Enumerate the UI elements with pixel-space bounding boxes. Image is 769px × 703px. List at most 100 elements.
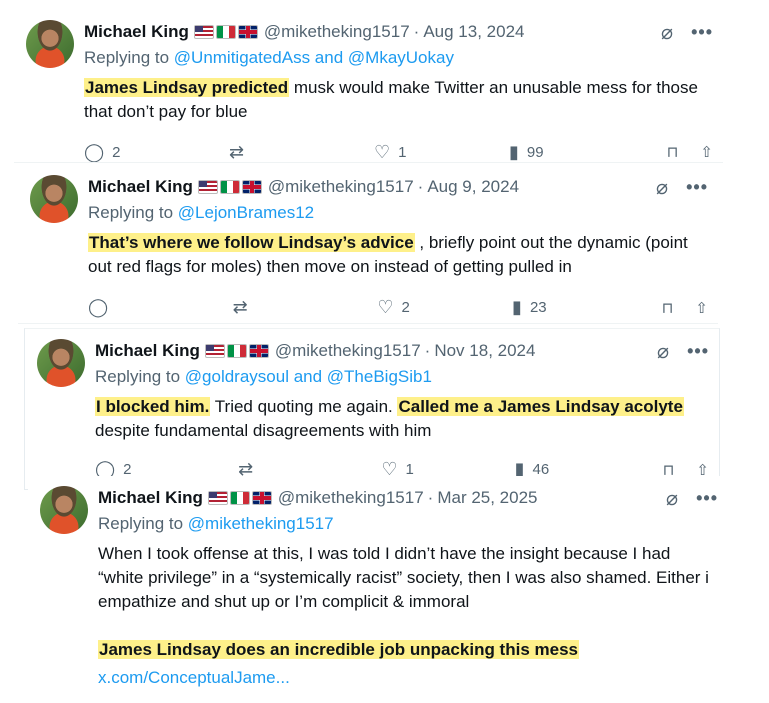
author-name[interactable]: Michael King bbox=[95, 341, 200, 361]
body-text: despite fundamental disagreements with h… bbox=[95, 421, 432, 440]
tweet-date[interactable]: Mar 25, 2025 bbox=[437, 488, 537, 508]
more-icon[interactable]: ••• bbox=[687, 341, 709, 362]
author-handle[interactable]: @miketheking1517 bbox=[264, 22, 410, 42]
uk-flag-icon bbox=[237, 25, 258, 39]
tweet-header: Michael King @miketheking1517 · Aug 13, … bbox=[84, 20, 713, 44]
reply-icon: ◯ bbox=[84, 142, 105, 162]
author-handle[interactable]: @miketheking1517 bbox=[275, 341, 421, 361]
retweet-button[interactable]: ⇄ bbox=[229, 142, 374, 162]
avatar[interactable] bbox=[37, 339, 85, 387]
author-handle[interactable]: @miketheking1517 bbox=[278, 488, 424, 508]
like-count: 1 bbox=[398, 143, 407, 161]
replying-prefix: Replying to bbox=[95, 367, 185, 386]
like-icon: ♡ bbox=[377, 297, 394, 317]
italy-flag-icon bbox=[219, 180, 240, 194]
tweet-header: Michael King @miketheking1517 · Nov 18, … bbox=[95, 339, 709, 363]
views-button[interactable]: ▮ 99 bbox=[509, 142, 659, 162]
bookmark-icon[interactable]: ⊓ bbox=[667, 143, 679, 161]
grok-icon[interactable]: ⌀ bbox=[666, 486, 678, 511]
views-button[interactable]: ▮ 23 bbox=[512, 297, 662, 318]
retweet-icon: ⇄ bbox=[232, 297, 248, 317]
flags bbox=[197, 180, 262, 194]
tweet-link[interactable]: x.com/ConceptualJame... bbox=[98, 666, 718, 690]
tweet-card[interactable]: Michael King @miketheking1517 · Nov 18, … bbox=[24, 328, 720, 490]
uk-flag-icon bbox=[251, 491, 272, 505]
tweet-text-2: James Lindsay does an incredible job unp… bbox=[98, 638, 718, 662]
tweet-text: That’s where we follow Lindsay’s advice … bbox=[88, 231, 708, 279]
reply-count: 2 bbox=[112, 143, 121, 161]
tweet-actions: ◯ 2 ⇄ ♡ 1 ▮ 99 ⊓ ⇧ bbox=[84, 142, 713, 162]
share-icon[interactable]: ⇧ bbox=[700, 143, 713, 161]
separator: · bbox=[413, 22, 420, 41]
separator: · bbox=[427, 488, 434, 507]
replying-to-link[interactable]: @UnmitigatedAss and @MkayUokay bbox=[174, 48, 454, 67]
avatar[interactable] bbox=[30, 175, 78, 223]
replying-to: Replying to @goldraysoul and @TheBigSib1 bbox=[95, 367, 709, 391]
more-icon[interactable]: ••• bbox=[686, 177, 708, 198]
views-count: 23 bbox=[529, 299, 547, 316]
uk-flag-icon bbox=[248, 344, 269, 358]
retweet-button[interactable]: ⇄ bbox=[233, 297, 378, 318]
us-flag-icon bbox=[207, 491, 228, 505]
separator: · bbox=[417, 177, 424, 196]
highlighted-text: That’s where we follow Lindsay’s advice bbox=[88, 233, 415, 252]
replying-to: Replying to @miketheking1517 bbox=[98, 514, 718, 538]
bookmark-icon[interactable]: ⊓ bbox=[662, 299, 674, 317]
more-icon[interactable]: ••• bbox=[691, 22, 713, 43]
replying-to: Replying to @LejonBrames12 bbox=[88, 203, 708, 227]
tweet-date[interactable]: Aug 13, 2024 bbox=[423, 22, 524, 42]
author-name[interactable]: Michael King bbox=[84, 22, 189, 42]
replying-prefix: Replying to bbox=[88, 203, 178, 222]
replying-prefix: Replying to bbox=[84, 48, 174, 67]
flags bbox=[193, 25, 258, 39]
avatar[interactable] bbox=[26, 20, 74, 68]
flags bbox=[207, 491, 272, 505]
author-name[interactable]: Michael King bbox=[98, 488, 203, 508]
grok-icon[interactable]: ⌀ bbox=[661, 20, 673, 45]
views-count: 99 bbox=[526, 143, 544, 161]
replying-to-link[interactable]: @miketheking1517 bbox=[188, 514, 334, 533]
body-text: Tried quoting me again. bbox=[210, 397, 398, 416]
reply-button[interactable]: ◯ bbox=[88, 297, 233, 318]
tweet-text: James Lindsay predicted musk would make … bbox=[84, 76, 713, 124]
separator: · bbox=[424, 341, 431, 360]
reply-button[interactable]: ◯ 2 bbox=[84, 142, 229, 162]
highlighted-text: James Lindsay does an incredible job unp… bbox=[98, 640, 579, 659]
share-icon[interactable]: ⇧ bbox=[695, 299, 708, 317]
like-icon: ♡ bbox=[374, 142, 391, 162]
views-icon: ▮ bbox=[509, 142, 519, 162]
highlighted-text: James Lindsay predicted bbox=[84, 78, 290, 97]
like-button[interactable]: ♡ 2 bbox=[377, 297, 512, 318]
more-icon[interactable]: ••• bbox=[696, 488, 718, 509]
us-flag-icon bbox=[204, 344, 225, 358]
italy-flag-icon bbox=[229, 491, 250, 505]
tweet-card[interactable]: Michael King @miketheking1517 · Mar 25, … bbox=[28, 476, 728, 703]
grok-icon[interactable]: ⌀ bbox=[656, 175, 668, 200]
author-name[interactable]: Michael King bbox=[88, 177, 193, 197]
author-handle[interactable]: @miketheking1517 bbox=[268, 177, 414, 197]
tweet-header: Michael King @miketheking1517 · Aug 9, 2… bbox=[88, 175, 708, 199]
tweet-card[interactable]: Michael King @miketheking1517 · Aug 9, 2… bbox=[18, 165, 718, 324]
avatar[interactable] bbox=[40, 486, 88, 534]
grok-icon[interactable]: ⌀ bbox=[657, 339, 669, 364]
tweet-text: When I took offense at this, I was told … bbox=[98, 544, 709, 611]
tweet-card[interactable]: Michael King @miketheking1517 · Aug 13, … bbox=[14, 10, 723, 163]
italy-flag-icon bbox=[226, 344, 247, 358]
like-count: 2 bbox=[401, 299, 410, 316]
tweet-date[interactable]: Aug 9, 2024 bbox=[427, 177, 519, 197]
flags bbox=[204, 344, 269, 358]
replying-to: Replying to @UnmitigatedAss and @MkayUok… bbox=[84, 48, 713, 72]
retweet-icon: ⇄ bbox=[229, 142, 245, 162]
tweet-text: I blocked him. Tried quoting me again. C… bbox=[95, 395, 709, 443]
highlighted-text: Called me a James Lindsay acolyte bbox=[397, 397, 684, 416]
replying-prefix: Replying to bbox=[98, 514, 188, 533]
tweet-actions: ◯ ⇄ ♡ 2 ▮ 23 ⊓ ⇧ bbox=[88, 297, 708, 318]
replying-to-link[interactable]: @LejonBrames12 bbox=[178, 203, 314, 222]
tweet-header: Michael King @miketheking1517 · Mar 25, … bbox=[98, 486, 718, 510]
us-flag-icon bbox=[197, 180, 218, 194]
highlighted-text: I blocked him. bbox=[95, 397, 211, 416]
like-button[interactable]: ♡ 1 bbox=[374, 142, 509, 162]
tweet-date[interactable]: Nov 18, 2024 bbox=[434, 341, 535, 361]
replying-to-link[interactable]: @goldraysoul and @TheBigSib1 bbox=[185, 367, 432, 386]
uk-flag-icon bbox=[241, 180, 262, 194]
